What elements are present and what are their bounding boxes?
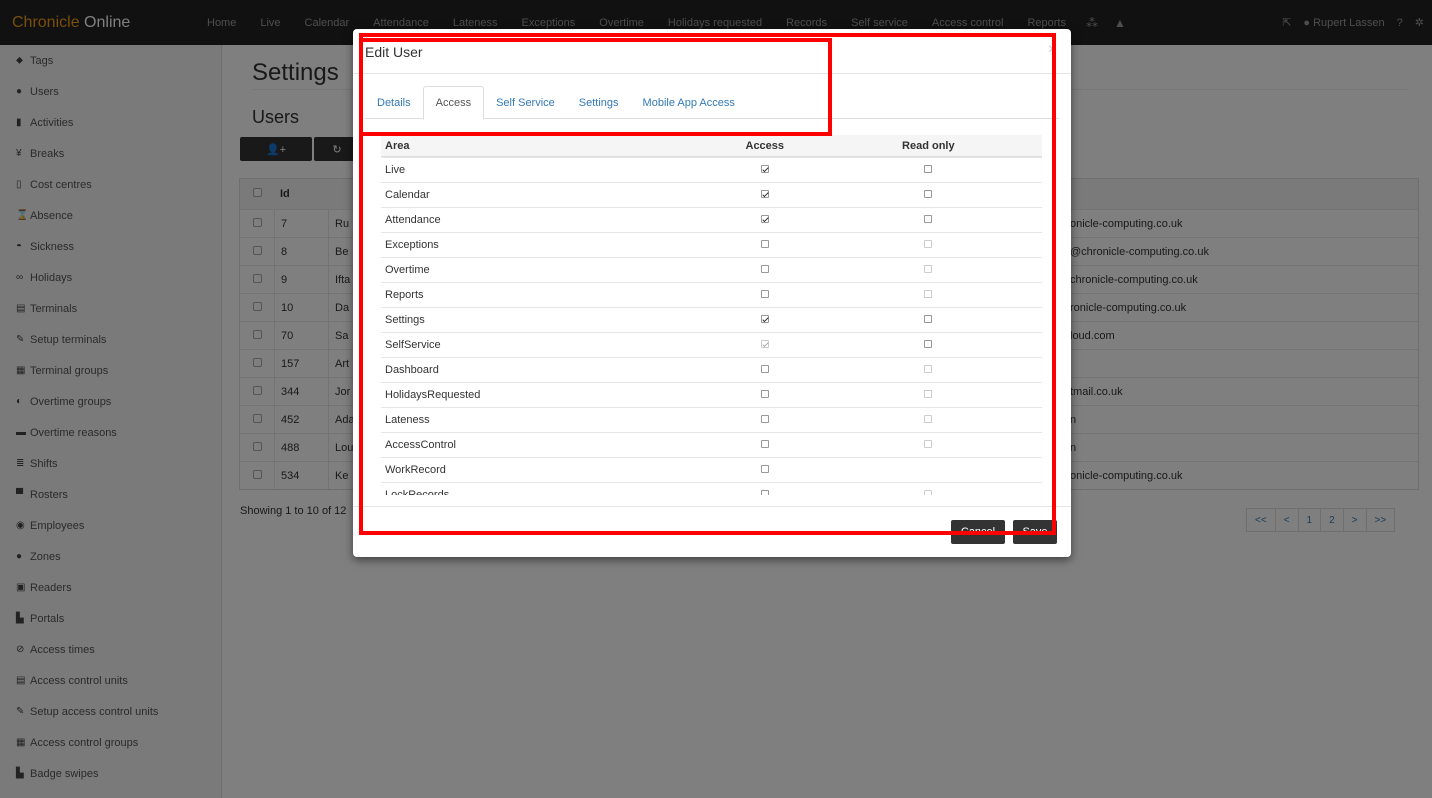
tab-access[interactable]: Access — [422, 86, 485, 120]
access-checkbox[interactable] — [760, 440, 769, 448]
readonly-checkbox[interactable] — [924, 390, 933, 398]
readonly-checkbox[interactable] — [924, 415, 933, 423]
readonly-checkbox[interactable] — [924, 490, 933, 495]
tab-self-service[interactable]: Self Service — [484, 86, 567, 119]
modal-header-divider — [353, 73, 1071, 74]
access-area-label: SelfService — [385, 339, 441, 351]
access-checkbox[interactable] — [760, 365, 769, 373]
readonly-checkbox[interactable] — [924, 440, 933, 448]
close-icon[interactable]: × — [1048, 41, 1057, 59]
col-access: Access — [745, 139, 785, 152]
access-checkbox[interactable] — [760, 290, 769, 298]
readonly-checkbox[interactable] — [924, 340, 933, 348]
access-table[interactable]: Area Access Read only Live Calendar Attend… — [381, 135, 1042, 495]
tab-mobile-app-access[interactable]: Mobile App Access — [631, 86, 747, 119]
access-row: HolidaysRequested — [381, 382, 1042, 407]
readonly-checkbox[interactable] — [924, 265, 933, 273]
access-area-label: Exceptions — [385, 239, 439, 251]
tab-settings[interactable]: Settings — [567, 86, 631, 119]
access-area-label: Attendance — [385, 214, 441, 226]
edit-user-modal: Edit User × Details Access Self Service Set… — [353, 29, 1071, 557]
access-area-label: Overtime — [385, 264, 430, 276]
modal-title: Edit User — [365, 44, 423, 60]
access-checkbox[interactable] — [760, 415, 769, 423]
access-checkbox[interactable] — [760, 390, 769, 398]
readonly-checkbox[interactable] — [924, 240, 933, 248]
save-button[interactable]: Save — [1013, 520, 1057, 544]
readonly-checkbox[interactable] — [924, 290, 933, 298]
modal-footer-divider — [353, 506, 1071, 507]
access-area-label: Dashboard — [385, 364, 439, 376]
cancel-button[interactable]: Cancel — [951, 520, 1005, 544]
access-area-label: Lateness — [385, 414, 430, 426]
access-area-label: LockRecords — [385, 489, 450, 495]
access-checkbox[interactable] — [760, 190, 769, 198]
access-area-label: WorkRecord — [385, 464, 446, 476]
access-row: Live — [381, 157, 1042, 182]
access-area-label: Settings — [385, 314, 425, 326]
access-checkbox[interactable] — [760, 465, 769, 473]
col-area: Area — [385, 139, 410, 152]
access-checkbox[interactable] — [760, 265, 769, 273]
access-area-label: Live — [385, 164, 406, 176]
access-checkbox[interactable] — [760, 240, 769, 248]
col-readonly: Read only — [902, 139, 955, 152]
access-area-label: AccessControl — [385, 439, 456, 451]
readonly-checkbox[interactable] — [924, 215, 933, 223]
access-area-label: Reports — [385, 289, 424, 301]
access-checkbox[interactable] — [760, 165, 769, 173]
access-checkbox[interactable] — [760, 215, 769, 223]
access-row: Lateness — [381, 407, 1042, 432]
access-checkbox[interactable] — [760, 340, 769, 348]
access-row: Overtime — [381, 257, 1042, 282]
access-checkbox[interactable] — [760, 490, 769, 495]
access-row: Reports — [381, 282, 1042, 307]
readonly-checkbox[interactable] — [924, 315, 933, 323]
access-checkbox[interactable] — [760, 315, 769, 323]
readonly-checkbox[interactable] — [924, 190, 933, 198]
access-area-label: HolidaysRequested — [385, 389, 481, 401]
modal-tabs: Details Access Self Service Settings Mobile … — [365, 86, 1059, 120]
access-row: AccessControl — [381, 432, 1042, 457]
access-row: SelfService — [381, 332, 1042, 357]
tab-details[interactable]: Details — [365, 86, 423, 119]
access-row: Settings — [381, 307, 1042, 332]
access-row: Exceptions — [381, 232, 1042, 257]
access-row: LockRecords — [381, 482, 1042, 495]
access-row: Attendance — [381, 207, 1042, 232]
readonly-checkbox[interactable] — [924, 165, 933, 173]
access-table-header: Area Access Read only — [381, 135, 1042, 157]
readonly-checkbox[interactable] — [924, 365, 933, 373]
access-row: Dashboard — [381, 357, 1042, 382]
access-row: Calendar — [381, 182, 1042, 207]
access-area-label: Calendar — [385, 189, 430, 201]
access-row: WorkRecord — [381, 457, 1042, 482]
